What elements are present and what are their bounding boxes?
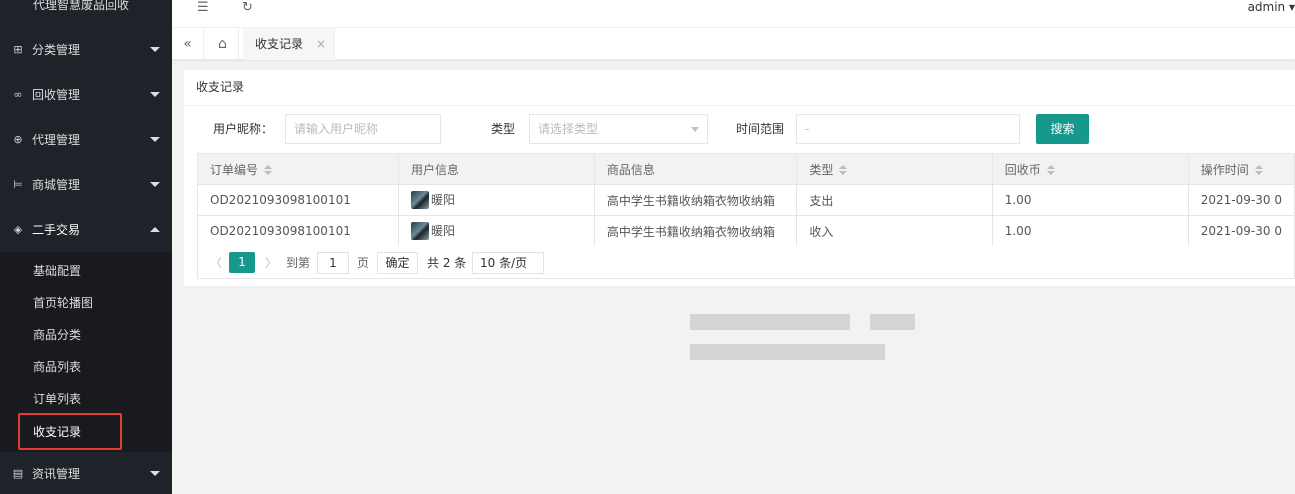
cell-user: 暖阳: [397, 215, 595, 247]
col-time[interactable]: 操作时间: [1187, 153, 1295, 185]
close-icon[interactable]: ×: [316, 28, 326, 60]
blurred-text: [690, 344, 885, 360]
cell-user: 暖阳: [397, 184, 595, 216]
sidebar-item-label: 商城管理: [32, 178, 81, 192]
submenu-item-order-list[interactable]: 订单列表: [0, 383, 172, 415]
top-header: ☰ ↻ admin ▾: [172, 0, 1295, 28]
avatar: [410, 191, 429, 210]
type-select[interactable]: 请选择类型: [529, 114, 708, 144]
chevron-up-icon: [150, 227, 160, 232]
col-product-info: 商品信息: [593, 153, 798, 185]
cell-type: 支出: [796, 184, 993, 216]
blurred-text: [870, 314, 915, 330]
sort-icon[interactable]: [839, 165, 848, 175]
table-row: OD2021093098100101 暖阳 高中学生书籍收纳箱衣物收纳箱 收入 …: [197, 215, 1295, 247]
cell-time: 2021-09-30 0: [1187, 184, 1295, 216]
col-user-info: 用户信息: [397, 153, 595, 185]
tab-bar: « ⌂ 收支记录 ×: [172, 28, 1295, 60]
type-select-placeholder: 请选择类型: [538, 122, 599, 136]
col-coins[interactable]: 回收币: [991, 153, 1189, 185]
tab-label: 收支记录: [255, 37, 304, 51]
submenu-secondhand: 基础配置 首页轮播图 商品分类 商品列表 订单列表 收支记录: [0, 252, 172, 452]
sidebar-item-category[interactable]: ⊞ 分类管理: [0, 27, 172, 72]
chevron-down-icon: [150, 92, 160, 97]
card-title: 收支记录: [196, 80, 245, 94]
type-label: 类型: [491, 122, 516, 136]
cell-order: OD2021093098100101: [197, 184, 399, 216]
search-button[interactable]: 搜索: [1036, 114, 1089, 144]
prev-page-icon[interactable]: 〈: [210, 252, 222, 274]
goto-label: 到第: [286, 256, 311, 270]
page-unit-label: 页: [357, 256, 370, 270]
cell-coins: 1.00: [991, 184, 1189, 216]
nickname-input[interactable]: 请输入用户昵称: [285, 114, 441, 144]
submenu-item-product-category[interactable]: 商品分类: [0, 319, 172, 351]
total-count: 共 2 条: [427, 256, 467, 270]
link-icon: ∞: [13, 88, 23, 101]
cell-coins: 1.00: [991, 215, 1189, 247]
sidebar-item-label: 回收管理: [32, 88, 81, 102]
cart-icon: ⊨: [13, 178, 23, 191]
collapse-tabs-icon[interactable]: «: [172, 28, 204, 60]
sidebar-item-label: 分类管理: [32, 43, 81, 57]
cell-product: 高中学生书籍收纳箱衣物收纳箱: [593, 184, 798, 216]
home-icon[interactable]: ⌂: [207, 28, 239, 60]
avatar: [410, 222, 429, 241]
blurred-text: [690, 314, 850, 330]
submenu-item-home-banner[interactable]: 首页轮播图: [0, 287, 172, 319]
page-button-current[interactable]: 1: [229, 252, 255, 273]
chevron-down-icon: [150, 137, 160, 142]
sidebar-item-label: 资讯管理: [32, 467, 81, 481]
sidebar-item-secondhand[interactable]: ◈ 二手交易: [0, 207, 172, 252]
sidebar-item-recycle[interactable]: ∞ 回收管理: [0, 72, 172, 117]
sidebar-item-mall[interactable]: ⊨ 商城管理: [0, 162, 172, 207]
news-icon: ▤: [12, 467, 24, 480]
chevron-down-icon: [691, 127, 699, 132]
sidebar-item-agent[interactable]: ⊕ 代理管理: [0, 117, 172, 162]
page-size-select[interactable]: 10 条/页: [472, 252, 544, 274]
sidebar-item-label: 二手交易: [32, 223, 81, 237]
next-page-icon[interactable]: 〉: [265, 252, 277, 274]
table-header-row: 订单编号 用户信息 商品信息 类型 回收币 操作时间: [197, 153, 1295, 185]
add-circle-icon: ⊕: [13, 133, 23, 146]
sidebar-item-news[interactable]: ▤ 资讯管理: [0, 451, 172, 494]
confirm-page-button[interactable]: 确定: [377, 252, 418, 274]
time-range-label: 时间范围: [736, 122, 785, 136]
refresh-icon[interactable]: ↻: [242, 0, 253, 16]
time-range-input[interactable]: -: [796, 114, 1020, 144]
cell-order: OD2021093098100101: [197, 215, 399, 247]
user-menu[interactable]: admin ▾: [1248, 0, 1295, 14]
sort-icon[interactable]: [1254, 165, 1263, 175]
tab-transactions[interactable]: 收支记录 ×: [243, 28, 335, 60]
col-type[interactable]: 类型: [796, 153, 993, 185]
submenu-item-basic-config[interactable]: 基础配置: [0, 255, 172, 287]
goto-page-input[interactable]: 1: [317, 252, 349, 274]
table-row: OD2021093098100101 暖阳 高中学生书籍收纳箱衣物收纳箱 支出 …: [197, 184, 1295, 216]
col-order-number[interactable]: 订单编号: [197, 153, 399, 185]
chevron-down-icon: [150, 47, 160, 52]
sidebar: 代理智慧废品回收 ⊞ 分类管理 ∞ 回收管理 ⊕ 代理管理 ⊨ 商城管理 ◈ 二…: [0, 0, 172, 494]
cell-product: 高中学生书籍收纳箱衣物收纳箱: [593, 215, 798, 247]
cell-type: 收入: [796, 215, 993, 247]
cube-icon: ◈: [13, 223, 23, 236]
divider: [184, 105, 1295, 106]
category-icon: ⊞: [13, 43, 23, 56]
sidebar-item-partial[interactable]: 代理智慧废品回收: [0, 0, 172, 17]
sort-icon[interactable]: [1046, 165, 1055, 175]
submenu-item-transactions[interactable]: 收支记录: [0, 416, 172, 448]
chevron-down-icon: [150, 471, 160, 476]
sort-icon[interactable]: [264, 165, 273, 175]
submenu-item-product-list[interactable]: 商品列表: [0, 351, 172, 383]
cell-time: 2021-09-30 0: [1187, 215, 1295, 247]
chevron-down-icon: [150, 182, 160, 187]
nickname-label: 用户昵称：: [213, 122, 274, 136]
transactions-table: 订单编号 用户信息 商品信息 类型 回收币 操作时间 OD20210930981…: [197, 153, 1295, 247]
sidebar-item-label: 代理管理: [32, 133, 81, 147]
menu-toggle-icon[interactable]: ☰: [197, 0, 209, 16]
